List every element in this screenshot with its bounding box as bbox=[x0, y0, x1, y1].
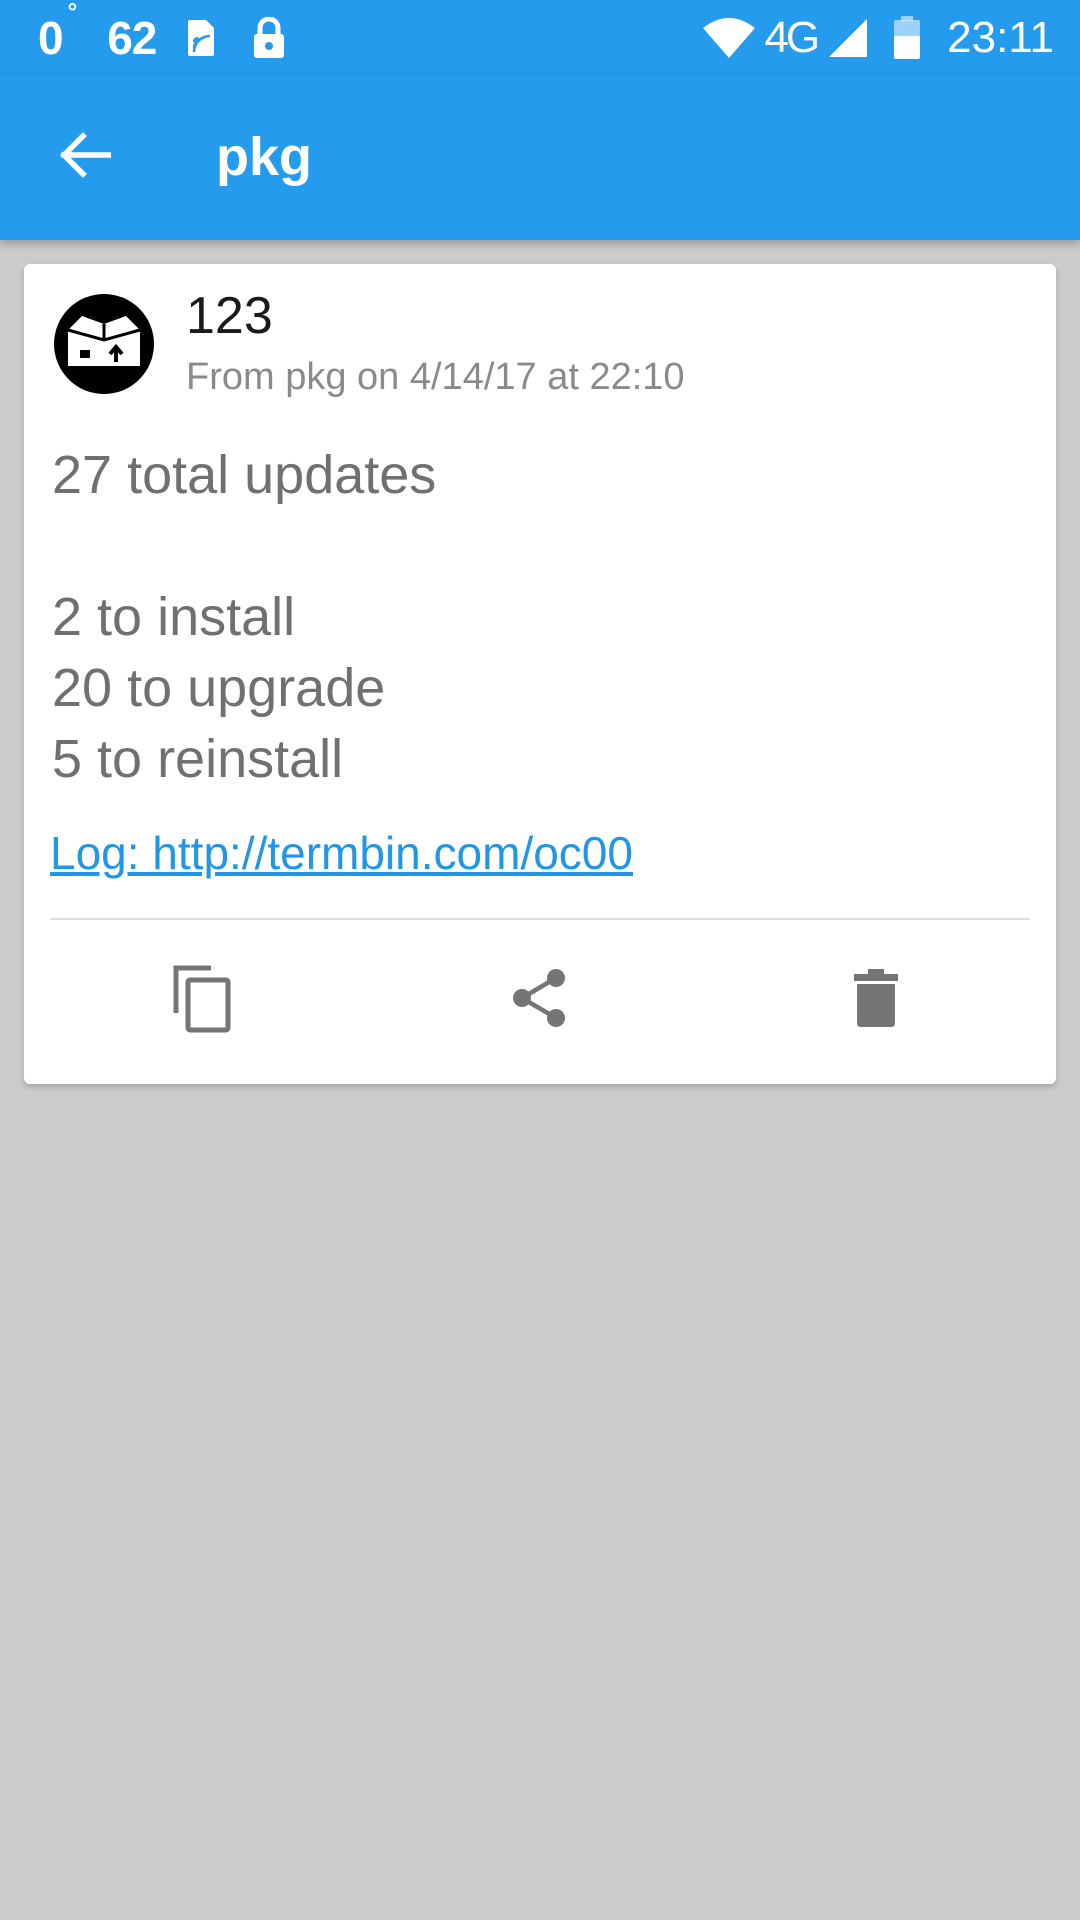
wifi-icon bbox=[702, 16, 756, 60]
body-line: 2 to install bbox=[52, 587, 296, 647]
status-clock: 23:11 bbox=[947, 13, 1054, 62]
package-box-icon bbox=[64, 310, 144, 379]
share-icon bbox=[510, 966, 570, 1035]
lock-icon bbox=[252, 17, 286, 59]
sim-card-icon bbox=[186, 18, 216, 58]
copy-button[interactable] bbox=[152, 950, 252, 1050]
card-subtitle: From pkg on 4/14/17 at 22:10 bbox=[186, 356, 685, 398]
log-link[interactable]: Log: http://termbin.com/oc00 bbox=[50, 826, 633, 880]
copy-icon bbox=[171, 963, 233, 1038]
back-button[interactable] bbox=[52, 124, 118, 190]
temperature-value: 0 bbox=[38, 12, 64, 64]
cellular-signal-icon bbox=[827, 17, 869, 59]
status-bar: 0 ° 62 4G 23:11 bbox=[0, 0, 1080, 74]
card-actions bbox=[24, 920, 1056, 1084]
page-title: pkg bbox=[216, 127, 313, 187]
body-line: 27 total updates bbox=[52, 445, 437, 505]
battery-icon bbox=[893, 16, 921, 60]
app-bar: pkg bbox=[0, 74, 1080, 240]
card-title: 123 bbox=[186, 287, 273, 345]
status-right: 4G 23:11 bbox=[692, 8, 1054, 68]
status-left: 0 ° 62 bbox=[38, 0, 322, 68]
avatar bbox=[54, 294, 154, 394]
body-line bbox=[52, 511, 436, 582]
status-number: 62 bbox=[107, 12, 157, 64]
delete-button[interactable] bbox=[826, 950, 926, 1050]
body-line: 20 to upgrade bbox=[52, 658, 386, 718]
body-line: 5 to reinstall bbox=[52, 729, 344, 789]
share-button[interactable] bbox=[490, 950, 590, 1050]
network-type: 4G bbox=[764, 13, 820, 62]
delete-icon bbox=[852, 968, 900, 1033]
card-body: 27 total updates 2 to install 20 to upgr… bbox=[52, 440, 436, 795]
arrow-back-icon bbox=[59, 131, 112, 183]
notification-card[interactable]: 123 From pkg on 4/14/17 at 22:10 27 tota… bbox=[24, 264, 1056, 1084]
temperature-indicator: 0 ° bbox=[38, 0, 77, 65]
temperature-unit: ° bbox=[67, 0, 78, 26]
